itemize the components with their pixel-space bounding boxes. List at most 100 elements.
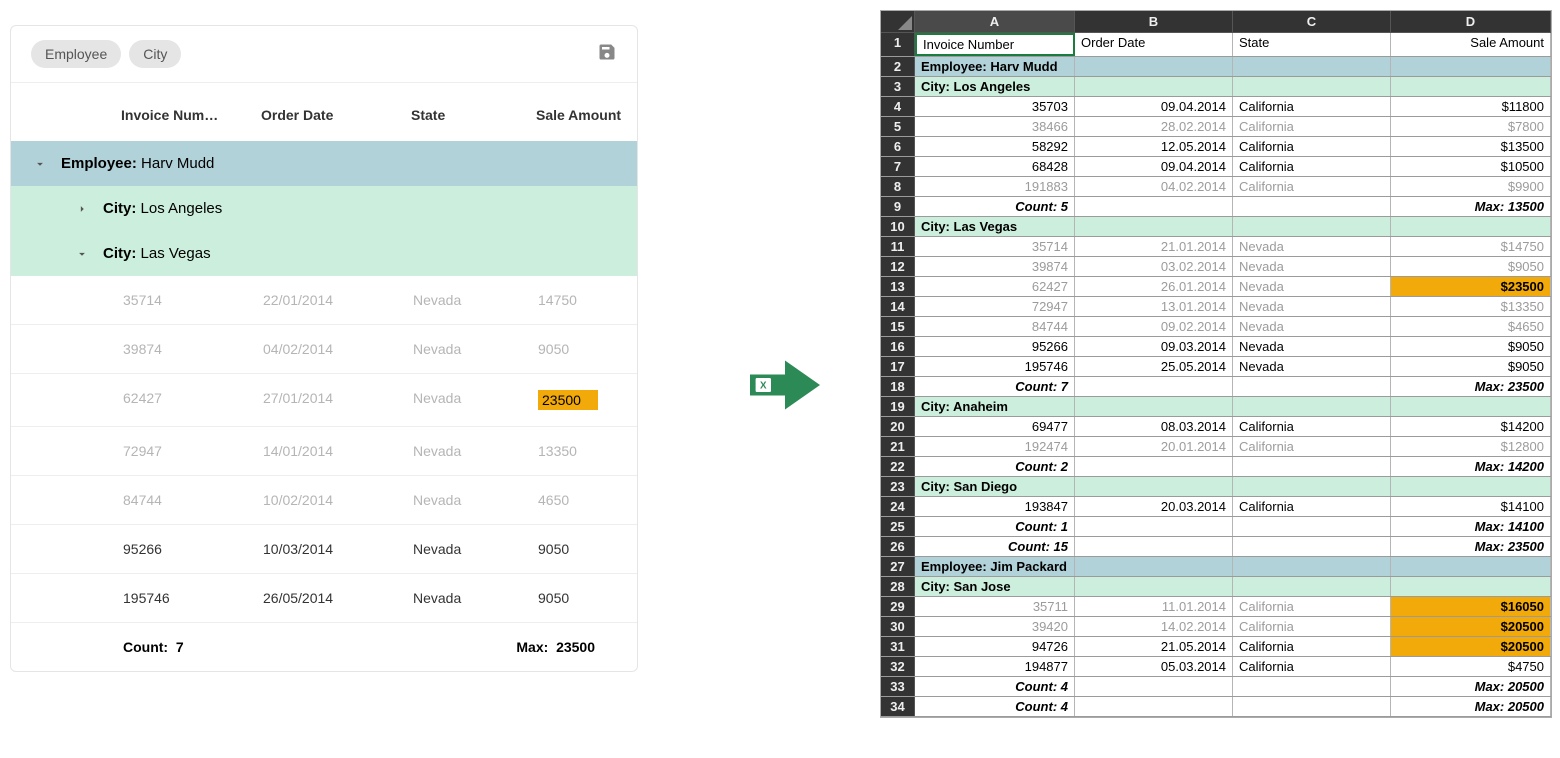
cell[interactable]: $23500 xyxy=(1391,277,1551,296)
select-all-corner[interactable] xyxy=(881,11,915,33)
cell[interactable] xyxy=(1233,457,1391,476)
col-header-state[interactable]: State xyxy=(411,107,536,123)
cell[interactable] xyxy=(1075,197,1233,216)
cell[interactable]: Max: 20500 xyxy=(1391,677,1551,696)
export-button[interactable] xyxy=(597,42,617,67)
cell[interactable]: 14.02.2014 xyxy=(1075,617,1233,636)
col-header-b[interactable]: B xyxy=(1075,11,1233,33)
cell[interactable] xyxy=(1075,677,1233,696)
sheet-row[interactable]: 26Count: 15Max: 23500 xyxy=(881,537,1551,557)
group-chip-employee[interactable]: Employee xyxy=(31,40,121,68)
row-header[interactable]: 18 xyxy=(881,377,915,396)
cell[interactable] xyxy=(1233,477,1391,496)
sheet-row[interactable]: 293571111.01.2014California$16050 xyxy=(881,597,1551,617)
cell[interactable]: Count: 5 xyxy=(915,197,1075,216)
row-header[interactable]: 2 xyxy=(881,57,915,76)
row-header[interactable]: 11 xyxy=(881,237,915,256)
row-header[interactable]: 17 xyxy=(881,357,915,376)
row-header[interactable]: 8 xyxy=(881,177,915,196)
cell[interactable]: $12800 xyxy=(1391,437,1551,456)
sheet-row[interactable]: 43570309.04.2014California$11800 xyxy=(881,97,1551,117)
cell[interactable] xyxy=(1075,517,1233,536)
row-header[interactable]: 22 xyxy=(881,457,915,476)
cell[interactable] xyxy=(1391,557,1551,576)
cell[interactable]: 69477 xyxy=(915,417,1075,436)
cell[interactable]: 09.04.2014 xyxy=(1075,97,1233,116)
cell[interactable]: 08.03.2014 xyxy=(1075,417,1233,436)
cell[interactable]: California xyxy=(1233,117,1391,136)
cell[interactable]: Max: 14100 xyxy=(1391,517,1551,536)
row-header[interactable]: 4 xyxy=(881,97,915,116)
cell[interactable]: City: San Jose xyxy=(915,577,1075,596)
cell[interactable]: 39874 xyxy=(915,257,1075,276)
cell[interactable] xyxy=(1233,577,1391,596)
row-header[interactable]: 34 xyxy=(881,697,915,716)
cell[interactable] xyxy=(1391,577,1551,596)
cell[interactable]: 84744 xyxy=(915,317,1075,336)
sheet-row[interactable]: 3219487705.03.2014California$4750 xyxy=(881,657,1551,677)
cell[interactable]: State xyxy=(1233,33,1391,56)
cell[interactable]: 09.04.2014 xyxy=(1075,157,1233,176)
cell[interactable]: Max: 13500 xyxy=(1391,197,1551,216)
row-header[interactable]: 12 xyxy=(881,257,915,276)
sheet-row[interactable]: 136242726.01.2014Nevada$23500 xyxy=(881,277,1551,297)
sheet-row[interactable]: 18Count: 7Max: 23500 xyxy=(881,377,1551,397)
group-row-city-lv[interactable]: City: Las Vegas xyxy=(11,231,637,276)
table-row[interactable]: 3571422/01/2014Nevada14750 xyxy=(11,276,637,325)
cell[interactable]: 25.05.2014 xyxy=(1075,357,1233,376)
row-header[interactable]: 26 xyxy=(881,537,915,556)
cell[interactable]: Nevada xyxy=(1233,277,1391,296)
cell[interactable]: 35703 xyxy=(915,97,1075,116)
cell[interactable]: 21.01.2014 xyxy=(1075,237,1233,256)
sheet-row[interactable]: 76842809.04.2014California$10500 xyxy=(881,157,1551,177)
cell[interactable]: Max: 23500 xyxy=(1391,377,1551,396)
row-header[interactable]: 9 xyxy=(881,197,915,216)
cell[interactable]: $14200 xyxy=(1391,417,1551,436)
sheet-row[interactable]: 65829212.05.2014California$13500 xyxy=(881,137,1551,157)
cell[interactable]: 21.05.2014 xyxy=(1075,637,1233,656)
cell[interactable]: 194877 xyxy=(915,657,1075,676)
cell[interactable] xyxy=(1075,557,1233,576)
row-header[interactable]: 30 xyxy=(881,617,915,636)
cell[interactable] xyxy=(1233,77,1391,96)
sheet-row[interactable]: 2119247420.01.2014California$12800 xyxy=(881,437,1551,457)
spreadsheet[interactable]: A B C D 1Invoice NumberOrder DateStateSa… xyxy=(880,10,1552,718)
cell[interactable] xyxy=(1075,537,1233,556)
cell[interactable]: City: Los Angeles xyxy=(915,77,1075,96)
cell[interactable]: California xyxy=(1233,497,1391,516)
row-header[interactable]: 10 xyxy=(881,217,915,236)
cell[interactable]: Invoice Number xyxy=(915,33,1075,56)
row-header[interactable]: 32 xyxy=(881,657,915,676)
sheet-row[interactable]: 2419384720.03.2014California$14100 xyxy=(881,497,1551,517)
cell[interactable] xyxy=(1391,477,1551,496)
cell[interactable]: $4650 xyxy=(1391,317,1551,336)
sheet-row[interactable]: 169526609.03.2014Nevada$9050 xyxy=(881,337,1551,357)
cell[interactable] xyxy=(1233,217,1391,236)
cell[interactable] xyxy=(1391,217,1551,236)
cell[interactable]: California xyxy=(1233,617,1391,636)
col-header-invoice[interactable]: Invoice Num… xyxy=(121,107,261,123)
cell[interactable]: 26.01.2014 xyxy=(1075,277,1233,296)
sheet-row[interactable]: 3City: Los Angeles xyxy=(881,77,1551,97)
row-header[interactable]: 20 xyxy=(881,417,915,436)
cell[interactable]: 12.05.2014 xyxy=(1075,137,1233,156)
cell[interactable] xyxy=(1075,377,1233,396)
cell[interactable] xyxy=(1075,477,1233,496)
row-header[interactable]: 24 xyxy=(881,497,915,516)
cell[interactable]: $11800 xyxy=(1391,97,1551,116)
row-header[interactable]: 29 xyxy=(881,597,915,616)
sheet-row[interactable]: 2Employee: Harv Mudd xyxy=(881,57,1551,77)
group-row-city-la[interactable]: City: Los Angeles xyxy=(11,186,637,231)
cell[interactable]: 191883 xyxy=(915,177,1075,196)
group-row-employee[interactable]: Employee: Harv Mudd xyxy=(11,141,637,186)
sheet-row[interactable]: 22Count: 2Max: 14200 xyxy=(881,457,1551,477)
cell[interactable]: Nevada xyxy=(1233,337,1391,356)
cell[interactable]: Sale Amount xyxy=(1391,33,1551,56)
cell[interactable] xyxy=(1233,377,1391,396)
cell[interactable]: Nevada xyxy=(1233,237,1391,256)
sheet-row[interactable]: 28City: San Jose xyxy=(881,577,1551,597)
cell[interactable]: 28.02.2014 xyxy=(1075,117,1233,136)
sheet-row[interactable]: 23City: San Diego xyxy=(881,477,1551,497)
cell[interactable]: Max: 20500 xyxy=(1391,697,1551,716)
cell[interactable]: 35714 xyxy=(915,237,1075,256)
